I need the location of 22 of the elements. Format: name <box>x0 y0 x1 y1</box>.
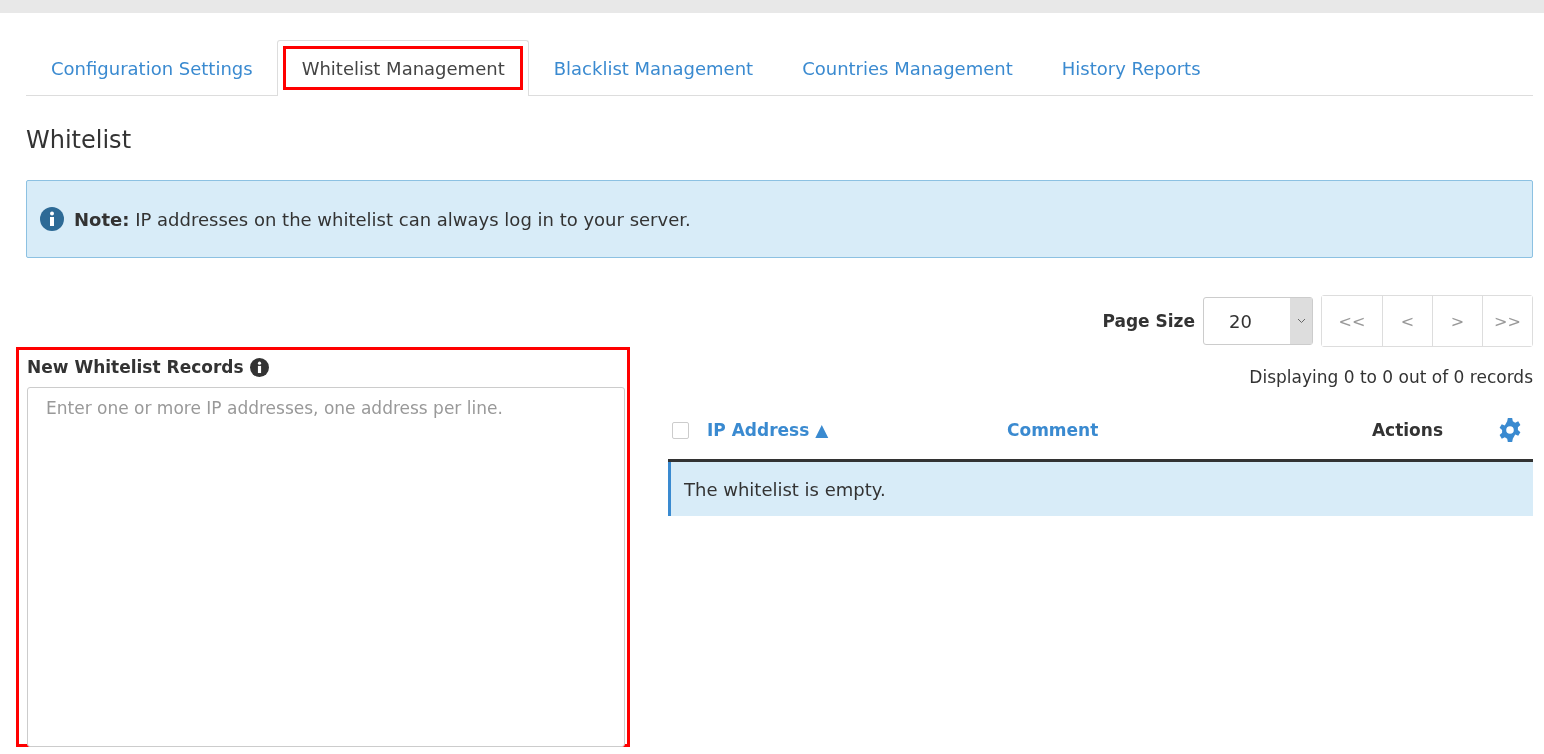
page-heading: Whitelist <box>26 126 133 154</box>
tab[interactable]: Blacklist Management <box>528 40 778 96</box>
column-header[interactable]: IP Address ▲ <box>707 420 1007 440</box>
page-size-label: Page Size <box>1102 311 1195 331</box>
tab[interactable]: Countries Management <box>777 40 1037 96</box>
select-all-checkbox[interactable] <box>672 421 689 439</box>
settings-icon[interactable] <box>1497 417 1523 443</box>
chevron-down-icon <box>1296 318 1306 324</box>
column-header: Actions <box>1371 420 1443 440</box>
tab[interactable]: Whitelist Management <box>276 40 529 96</box>
field-label: New Whitelist Records <box>27 357 244 377</box>
info-icon <box>40 207 64 231</box>
input-field[interactable]: Enter one or more IP addresses, one address per line. <box>27 387 625 747</box>
tab[interactable]: Configuration Settings <box>26 40 277 96</box>
column-header[interactable]: Comment <box>1007 420 1372 440</box>
info-icon <box>249 357 269 377</box>
tab[interactable]: History Reports <box>1036 40 1225 96</box>
page-size-select[interactable]: 20 <box>1203 297 1313 345</box>
page-button[interactable]: >> <box>1482 296 1532 346</box>
records-summary: Displaying 0 to 0 out of 0 records <box>1248 367 1533 387</box>
note-text: Note: IP addresses on the whitelist can always log in to your server. <box>74 208 691 230</box>
empty-message: The whitelist is empty. <box>668 462 1533 516</box>
